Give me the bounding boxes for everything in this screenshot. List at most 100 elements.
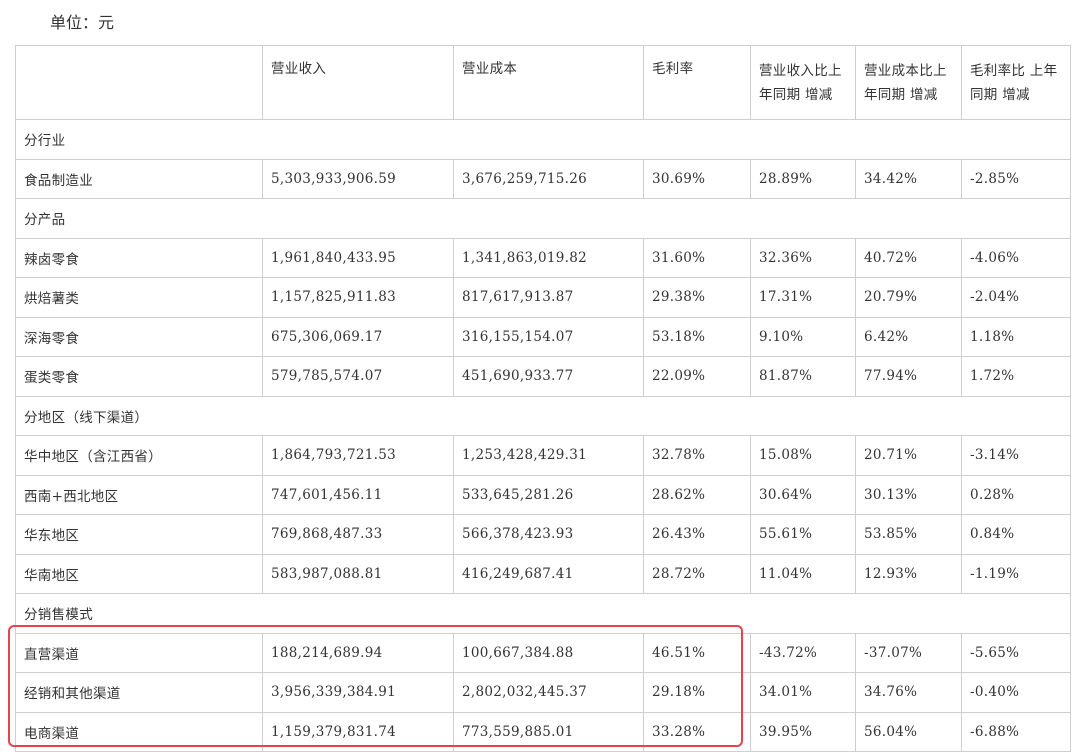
row-label: 西南+西北地区 xyxy=(15,474,263,515)
table-cell: 579,785,574.07 xyxy=(262,356,454,397)
table-cell: -5.65% xyxy=(961,632,1071,673)
table-cell: -2.85% xyxy=(961,158,1071,199)
table-cell: 15.08% xyxy=(750,435,856,476)
header-cell: 营业收入比上年同期 增减 xyxy=(750,45,856,120)
table-cell: -1.19% xyxy=(961,553,1071,594)
table-cell: 39.95% xyxy=(750,711,856,752)
table-row: 华中地区（含江西省） 1,864,793,721.53 1,253,428,429.… xyxy=(15,435,1071,476)
table-cell: 533,645,281.26 xyxy=(453,474,644,515)
row-label: 蛋类零食 xyxy=(15,356,263,397)
row-label: 电商渠道 xyxy=(15,711,263,752)
table-cell: -2.04% xyxy=(961,277,1071,318)
table-cell: 773,559,885.01 xyxy=(453,711,644,752)
table-cell: 0.28% xyxy=(961,474,1071,515)
table-cell: 12.93% xyxy=(855,553,962,594)
table-cell: 30.69% xyxy=(643,158,751,199)
table-cell: 583,987,088.81 xyxy=(262,553,454,594)
header-row: 营业收入 营业成本 毛利率 营业收入比上年同期 增减 营业成本比上年同期 增减 … xyxy=(15,45,1071,120)
table-cell: 20.71% xyxy=(855,435,962,476)
table-cell: 566,378,423.93 xyxy=(453,514,644,555)
table-row: 经销和其他渠道 3,956,339,384.91 2,802,032,445.37 2… xyxy=(15,672,1071,713)
table-cell: 5,303,933,906.59 xyxy=(262,158,454,199)
table-cell: 1,864,793,721.53 xyxy=(262,435,454,476)
section-row: 分地区（线下渠道） xyxy=(15,395,1071,436)
header-cell: 营业成本 xyxy=(453,45,644,120)
table-cell: -37.07% xyxy=(855,632,962,673)
table-cell: 34.01% xyxy=(750,672,856,713)
table-row: 华东地区 769,868,487.33 566,378,423.93 26.43% 55… xyxy=(15,514,1071,555)
row-label: 烘焙薯类 xyxy=(15,277,263,318)
table-cell: 30.13% xyxy=(855,474,962,515)
table-cell: 1.18% xyxy=(961,316,1071,357)
table-cell: 1,253,428,429.31 xyxy=(453,435,644,476)
table-cell: 3,676,259,715.26 xyxy=(453,158,644,199)
section-title: 分地区（线下渠道） xyxy=(15,395,1071,436)
table-cell: 33.28% xyxy=(643,711,751,752)
table-row: 电商渠道 1,159,379,831.74 773,559,885.01 33.28%… xyxy=(15,711,1071,752)
table-cell: 32.36% xyxy=(750,237,856,278)
row-label: 深海零食 xyxy=(15,316,263,357)
table-cell: -3.14% xyxy=(961,435,1071,476)
table-cell: 55.61% xyxy=(750,514,856,555)
table-cell: 17.31% xyxy=(750,277,856,318)
table-cell: 56.04% xyxy=(855,711,962,752)
header-cell xyxy=(15,45,263,120)
header-cell: 营业成本比上年同期 增减 xyxy=(855,45,962,120)
row-label: 直营渠道 xyxy=(15,632,263,673)
table-cell: -0.40% xyxy=(961,672,1071,713)
table-cell: -4.06% xyxy=(961,237,1071,278)
table-cell: 769,868,487.33 xyxy=(262,514,454,555)
table-cell: 747,601,456.11 xyxy=(262,474,454,515)
table-cell: 29.18% xyxy=(643,672,751,713)
header-cell: 毛利率 xyxy=(643,45,751,120)
table-cell: 46.51% xyxy=(643,632,751,673)
table-cell: 30.64% xyxy=(750,474,856,515)
table-cell: 20.79% xyxy=(855,277,962,318)
table-cell: 29.38% xyxy=(643,277,751,318)
table-row: 深海零食 675,306,069.17 316,155,154.07 53.18% 9.… xyxy=(15,316,1071,357)
table-cell: 22.09% xyxy=(643,356,751,397)
row-label: 华南地区 xyxy=(15,553,263,594)
table-row: 西南+西北地区 747,601,456.11 533,645,281.26 28.62… xyxy=(15,474,1071,515)
table-cell: 32.78% xyxy=(643,435,751,476)
table-cell: 3,956,339,384.91 xyxy=(262,672,454,713)
table-cell: 100,667,384.88 xyxy=(453,632,644,673)
table-cell: 0.84% xyxy=(961,514,1071,555)
table-cell: 31.60% xyxy=(643,237,751,278)
unit-label: 单位：元 xyxy=(50,13,115,32)
section-row: 分行业 xyxy=(15,119,1071,160)
table-cell: 28.62% xyxy=(643,474,751,515)
table-cell: 53.18% xyxy=(643,316,751,357)
table-cell: 1,341,863,019.82 xyxy=(453,237,644,278)
table-cell: 9.10% xyxy=(750,316,856,357)
table-row: 食品制造业 5,303,933,906.59 3,676,259,715.26 30.… xyxy=(15,158,1071,199)
table-cell: 6.42% xyxy=(855,316,962,357)
row-label: 食品制造业 xyxy=(15,158,263,199)
table-row: 华南地区 583,987,088.81 416,249,687.41 28.72% 11… xyxy=(15,553,1071,594)
row-label: 华东地区 xyxy=(15,514,263,555)
table-cell: 28.72% xyxy=(643,553,751,594)
table-cell: 26.43% xyxy=(643,514,751,555)
table-cell: 53.85% xyxy=(855,514,962,555)
table-cell: -6.88% xyxy=(961,711,1071,752)
header-cell: 毛利率比 上年同期 增减 xyxy=(961,45,1071,120)
row-label: 华中地区（含江西省） xyxy=(15,435,263,476)
section-row: 分产品 xyxy=(15,198,1071,239)
table-cell: 1,157,825,911.83 xyxy=(262,277,454,318)
table-row: 蛋类零食 579,785,574.07 451,690,933.77 22.09% 81… xyxy=(15,356,1071,397)
section-row: 分销售模式 xyxy=(15,593,1071,634)
section-title: 分产品 xyxy=(15,198,1071,239)
table-cell: 1,961,840,433.95 xyxy=(262,237,454,278)
row-label: 经销和其他渠道 xyxy=(15,672,263,713)
table-cell: 1.72% xyxy=(961,356,1071,397)
table-cell: 817,617,913.87 xyxy=(453,277,644,318)
table-cell: 416,249,687.41 xyxy=(453,553,644,594)
table-cell: 451,690,933.77 xyxy=(453,356,644,397)
table-cell: 34.42% xyxy=(855,158,962,199)
table-cell: 81.87% xyxy=(750,356,856,397)
table-row: 烘焙薯类 1,157,825,911.83 817,617,913.87 29.38%… xyxy=(15,277,1071,318)
table-cell: 34.76% xyxy=(855,672,962,713)
table-cell: 77.94% xyxy=(855,356,962,397)
table-cell: -43.72% xyxy=(750,632,856,673)
row-label: 辣卤零食 xyxy=(15,237,263,278)
